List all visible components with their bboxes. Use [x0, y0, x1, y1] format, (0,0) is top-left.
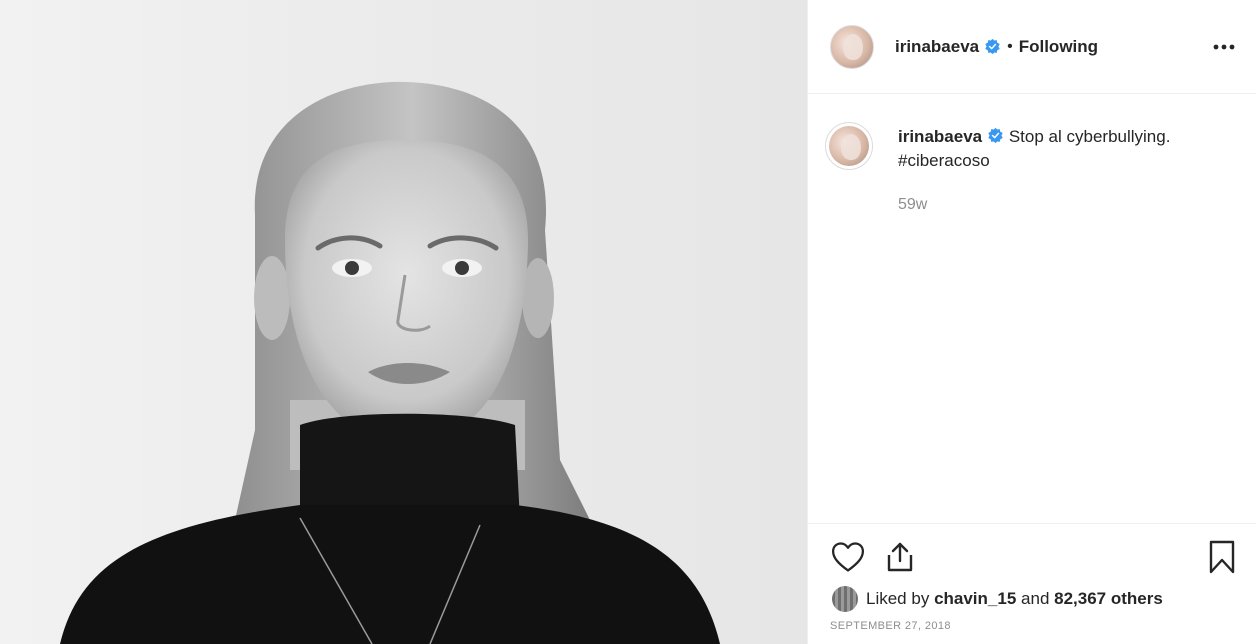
verified-badge-icon [985, 38, 1000, 55]
post-header: irinabaeva • Following [808, 0, 1256, 94]
post-actions: Liked by chavin_15 and 82,367 others SEP… [808, 523, 1256, 632]
caption-hashtag[interactable]: #ciberacoso [898, 149, 1170, 173]
caption-avatar [829, 126, 869, 166]
caption-username[interactable]: irinabaeva [898, 127, 982, 146]
caption-avatar-ring[interactable] [825, 122, 873, 170]
more-options-icon [1213, 44, 1235, 49]
caption-age[interactable]: 59w [898, 193, 1170, 217]
share-button[interactable] [882, 539, 918, 575]
post-date[interactable]: SEPTEMBER 27, 2018 [830, 620, 1240, 632]
more-options-button[interactable] [1212, 35, 1236, 59]
likes-summary: Liked by chavin_15 and 82,367 others [830, 586, 1240, 612]
like-button[interactable] [830, 539, 866, 575]
portrait-illustration [60, 81, 720, 644]
likes-conjunction: and [1021, 589, 1050, 608]
save-button[interactable] [1204, 539, 1240, 575]
verified-badge-icon [988, 127, 1003, 144]
post-photo[interactable] [0, 0, 807, 644]
post-modal: irinabaeva • Following irinabaeva Stop a… [0, 0, 1256, 644]
bookmark-icon [1209, 540, 1235, 574]
liker-avatar[interactable] [832, 586, 858, 612]
likes-others-link[interactable]: 82,367 others [1054, 589, 1163, 609]
heart-icon [831, 542, 865, 572]
caption-text: Stop al cyberbullying. [1008, 127, 1171, 146]
share-icon [887, 542, 913, 572]
likes-prefix: Liked by [866, 589, 930, 608]
action-icon-row [830, 539, 1240, 575]
author-avatar[interactable] [830, 24, 874, 69]
caption-body: irinabaeva Stop al cyberbullying. #ciber… [898, 125, 1170, 217]
liker-username[interactable]: chavin_15 [934, 589, 1016, 609]
author-username[interactable]: irinabaeva [895, 37, 979, 57]
following-button[interactable]: Following [1019, 37, 1098, 57]
caption-comment: irinabaeva Stop al cyberbullying. #ciber… [808, 94, 1256, 217]
post-sidebar: irinabaeva • Following irinabaeva Stop a… [807, 0, 1256, 644]
separator-dot: • [1007, 37, 1013, 55]
